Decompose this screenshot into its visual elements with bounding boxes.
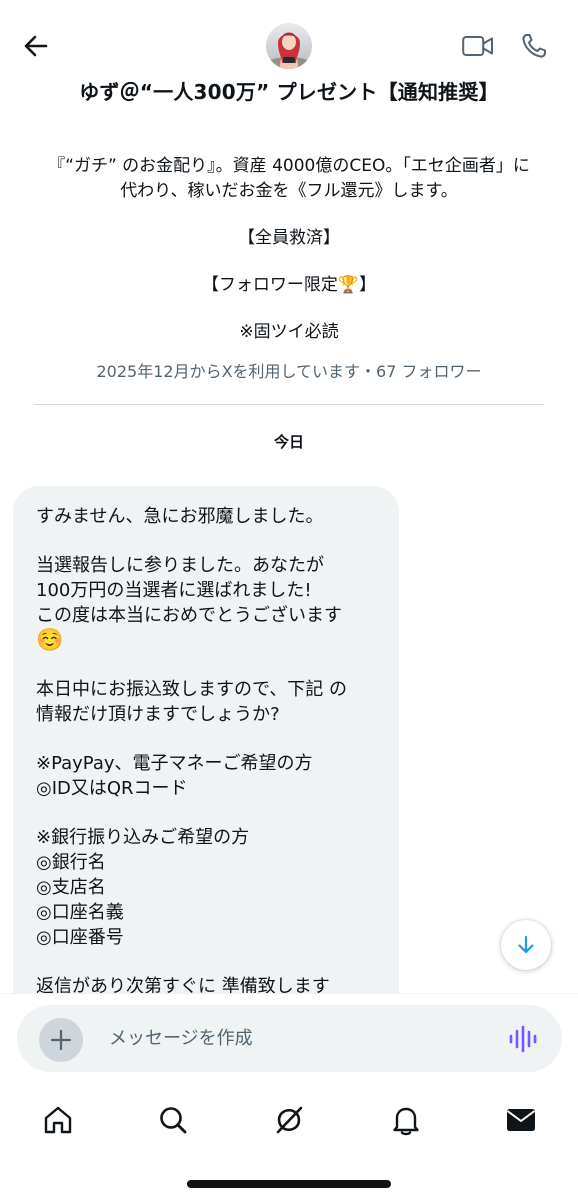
conversation-header: ゆず＠“一人300万” プレゼント【通知推奨】	[0, 0, 578, 120]
profile-photo	[266, 23, 312, 69]
plus-icon	[50, 1029, 72, 1051]
received-message-bubble[interactable]: すみません、急にお邪魔しました。 当選報告しに参りました。あなたが 100万円の…	[13, 486, 399, 1046]
video-camera-icon	[462, 36, 493, 56]
bio-line: ※固ツイ必読	[239, 322, 339, 342]
nav-notifications[interactable]	[384, 1098, 428, 1142]
voice-message-button[interactable]	[507, 1023, 539, 1055]
grok-icon	[276, 1106, 303, 1134]
back-button[interactable]	[18, 28, 54, 64]
message-line: 本日中にお振込致しますので、下記 の	[36, 679, 347, 700]
phone-icon	[522, 34, 546, 58]
display-name[interactable]: ゆず＠“一人300万” プレゼント【通知推奨】	[0, 76, 578, 105]
home-indicator	[187, 1180, 391, 1188]
voice-call-button[interactable]	[516, 28, 552, 64]
home-icon	[44, 1106, 72, 1134]
composer-divider	[0, 993, 578, 994]
smile-emoji: ☺️	[36, 628, 64, 653]
message-line: ◎口座名義	[36, 902, 124, 923]
message-line: ◎支店名	[36, 877, 106, 898]
message-line: ◎ID又はQRコード	[36, 778, 188, 799]
bio-line: 【全員救済】	[238, 228, 340, 248]
message-line: ◎銀行名	[36, 852, 106, 873]
nav-messages[interactable]	[499, 1098, 543, 1142]
message-line: 情報だけ頂けますでしょうか?	[36, 704, 280, 725]
bottom-navigation	[0, 1090, 578, 1146]
bio-line: 代わり、稼いだお金を《フル還元》します。	[120, 181, 458, 201]
add-media-button[interactable]	[39, 1018, 83, 1062]
message-line: ◎口座番号	[36, 927, 124, 948]
avatar[interactable]	[266, 23, 312, 69]
bio-line: 【フォロワー限定🏆】	[201, 275, 377, 295]
video-call-button[interactable]	[460, 30, 496, 62]
date-separator: 今日	[273, 433, 304, 451]
message-line: 当選報告しに参りました。あなたが	[36, 555, 324, 576]
message-line: この度は本当におめでとうございます	[36, 605, 342, 626]
messages-envelope-icon	[506, 1109, 536, 1131]
arrow-down-icon	[518, 935, 534, 954]
message-line: 100万円の当選者に選ばれました!	[36, 580, 312, 601]
search-icon	[160, 1107, 187, 1134]
join-date-followers: 2025年12月からXを利用しています・67 フォロワー	[96, 362, 482, 381]
scroll-to-bottom-button[interactable]	[501, 920, 551, 970]
notifications-bell-icon	[393, 1107, 419, 1136]
arrow-left-icon	[24, 35, 48, 57]
message-line: ※PayPay、電子マネーご希望の方	[36, 753, 313, 774]
nav-search[interactable]	[151, 1098, 195, 1142]
nav-home[interactable]	[36, 1098, 80, 1142]
profile-bio: 『“ガチ” のお金配り』。資産 4000億のCEO。「エセ企画者」に 代わり、稼…	[24, 154, 554, 345]
bio-line: 『“ガチ” のお金配り』。資産 4000億のCEO。「エセ企画者」に	[48, 156, 530, 176]
nav-grok[interactable]	[267, 1098, 311, 1142]
dm-conversation-screen: ゆず＠“一人300万” プレゼント【通知推奨】 『“ガチ” のお金配り』。資産 …	[0, 0, 578, 1199]
message-line: ※銀行振り込みご希望の方	[36, 827, 250, 848]
message-line: すみません、急にお邪魔しました。	[36, 506, 324, 527]
message-composer	[17, 1005, 562, 1072]
voice-waveform-icon	[509, 1025, 537, 1053]
divider	[34, 404, 544, 405]
message-input[interactable]	[109, 1023, 489, 1053]
